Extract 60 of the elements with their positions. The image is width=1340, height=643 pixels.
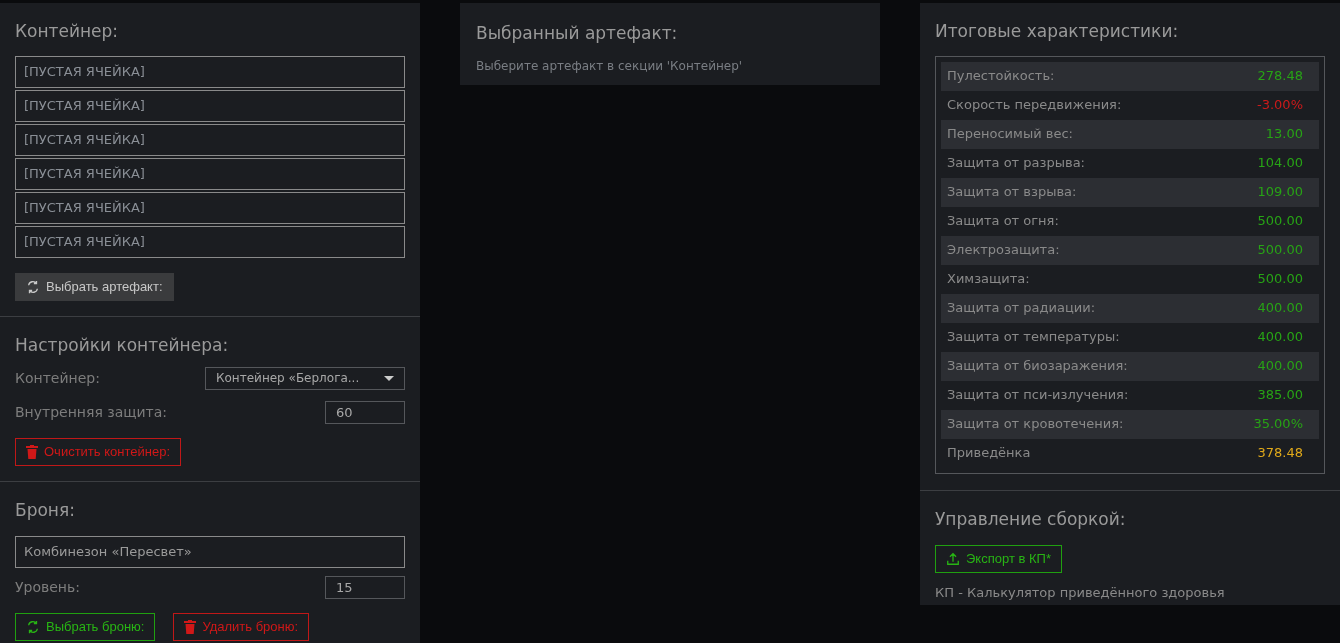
stat-value: 400.00 xyxy=(1257,357,1303,376)
caret-icon xyxy=(384,375,394,381)
stat-value: 400.00 xyxy=(1257,299,1303,318)
refresh-icon xyxy=(26,619,40,634)
stat-value: 385.00 xyxy=(1257,386,1303,405)
artifact-slot[interactable]: [ПУСТАЯ ЯЧЕЙКА] xyxy=(15,55,405,88)
footnote: КП - Калькулятор приведённого здоровья xyxy=(935,584,1226,602)
hint-text: Выберите артефакт в секции 'Контейнер' xyxy=(476,57,744,75)
refresh-icon xyxy=(26,279,40,294)
upload-icon xyxy=(946,552,960,566)
stat-value: 500.00 xyxy=(1257,241,1303,260)
armor-field[interactable]: Комбинезон «Пересвет» xyxy=(15,535,405,568)
section-title: Броня: xyxy=(15,499,76,522)
stat-label: Электрозащита: xyxy=(947,241,1060,260)
section-title: Итоговые характеристики: xyxy=(935,20,1180,43)
protection-input[interactable]: 60 xyxy=(325,400,405,424)
stat-label: Приведёнка xyxy=(947,444,1031,463)
stat-value: 104.00 xyxy=(1257,154,1303,173)
stat-value: 35.00% xyxy=(1253,415,1303,434)
stat-value: 378.48 xyxy=(1257,444,1303,463)
stat-label: Защита от огня: xyxy=(947,212,1059,231)
artifact-slot[interactable]: [ПУСТАЯ ЯЧЕЙКА] xyxy=(15,157,405,190)
trash-icon xyxy=(184,619,197,634)
section-title: Контейнер: xyxy=(15,20,120,43)
section-title: Настройки контейнера: xyxy=(15,333,230,357)
artifact-slot[interactable]: [ПУСТАЯ ЯЧЕЙКА] xyxy=(15,123,405,156)
stat-label: Химзащита: xyxy=(947,270,1030,289)
trash-icon xyxy=(26,445,38,459)
section-title: Выбранный артефакт: xyxy=(476,22,679,45)
artifact-slot[interactable]: [ПУСТАЯ ЯЧЕЙКА] xyxy=(15,89,405,122)
level-input[interactable]: 15 xyxy=(325,576,405,599)
stat-label: Защита от пси-излучения: xyxy=(947,386,1129,405)
stat-value: 500.00 xyxy=(1257,270,1303,289)
artifact-slot[interactable]: [ПУСТАЯ ЯЧЕЙКА] xyxy=(15,225,405,258)
field-label: Внутренняя защита: xyxy=(15,402,168,422)
stat-label: Пулестойкость: xyxy=(947,67,1055,86)
stat-value: 500.00 xyxy=(1257,212,1303,231)
stat-value: 13.00 xyxy=(1265,125,1303,144)
action-button[interactable]: Выбрать броню: xyxy=(15,612,156,641)
stat-label: Защита от взрыва: xyxy=(947,183,1077,202)
action-button[interactable]: Выбрать артефакт: xyxy=(15,272,174,301)
stat-value: 278.48 xyxy=(1257,67,1303,86)
stat-value: -3.00% xyxy=(1257,96,1303,115)
section-title: Управление сборкой: xyxy=(935,507,1127,531)
stat-label: Скорость передвижения: xyxy=(947,96,1122,115)
action-button[interactable]: Удалить броню: xyxy=(173,612,310,641)
stat-label: Защита от радиации: xyxy=(947,299,1096,318)
stat-label: Защита от разрыва: xyxy=(947,154,1085,173)
stat-value: 400.00 xyxy=(1257,328,1303,347)
artifact-slot[interactable]: [ПУСТАЯ ЯЧЕЙКА] xyxy=(15,191,405,224)
field-label: Контейнер: xyxy=(15,368,100,388)
action-button[interactable]: Очистить контейнер: xyxy=(15,438,181,466)
field-label: Уровень: xyxy=(15,578,80,597)
stat-label: Защита от кровотечения: xyxy=(947,415,1124,434)
stat-label: Переносимый вес: xyxy=(947,125,1073,144)
action-button[interactable]: Экспорт в КП* xyxy=(935,545,1062,573)
stat-value: 109.00 xyxy=(1257,183,1303,202)
container-dropdown[interactable]: Контейнер «Берлога... xyxy=(205,366,405,390)
stat-label: Защита от биозаражения: xyxy=(947,357,1128,376)
stat-label: Защита от температуры: xyxy=(947,328,1120,347)
